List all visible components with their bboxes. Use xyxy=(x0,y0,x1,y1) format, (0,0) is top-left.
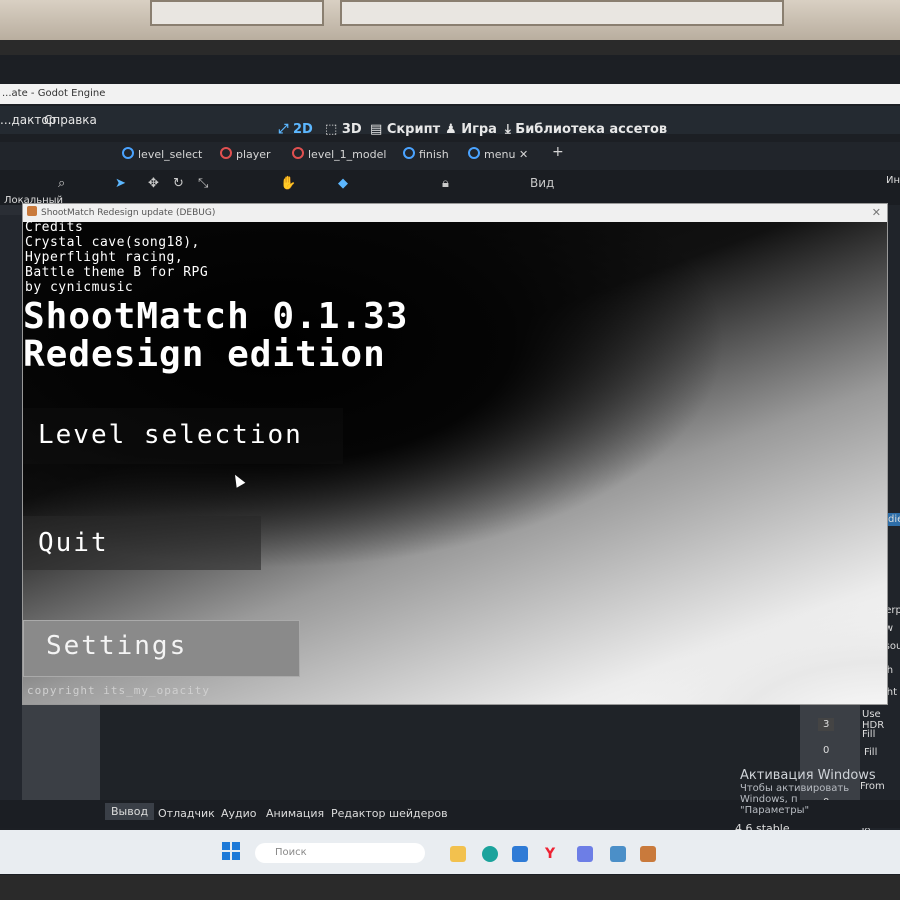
workspace-3d[interactable]: ⬚ 3D xyxy=(325,122,362,142)
tab-output[interactable]: Вывод xyxy=(105,803,155,820)
scene-tab-level-select[interactable]: level_select xyxy=(122,147,202,161)
yandex-icon[interactable]: Y xyxy=(545,846,561,862)
activation-title: Активация Windows xyxy=(740,768,876,783)
windows-activation-watermark: Активация Windows Чтобы активировать Win… xyxy=(740,768,900,816)
inspector-fill: Fill xyxy=(862,729,876,740)
editor-window-title: ...ate - Godot Engine xyxy=(2,88,106,99)
close-icon[interactable]: ✕ xyxy=(872,204,881,222)
windows-start-icon[interactable] xyxy=(222,842,240,860)
mouse-cursor-icon xyxy=(230,472,246,488)
tab-audio[interactable]: Аудио xyxy=(221,807,257,820)
godot-icon xyxy=(27,206,37,216)
discord-icon[interactable] xyxy=(577,846,593,862)
scene-tab-level-1-model[interactable]: level_1_model xyxy=(292,147,386,161)
error-counter[interactable]: 0 xyxy=(818,744,834,757)
rotate-tool-icon[interactable]: ↻ xyxy=(173,176,184,191)
game-taskbar-icon[interactable] xyxy=(640,846,656,862)
scene-tab-finish[interactable]: finish xyxy=(403,147,449,161)
tab-debugger[interactable]: Отладчик xyxy=(158,807,215,820)
workspace-2d[interactable]: ⤢ 2D xyxy=(278,122,313,142)
add-tab-icon[interactable]: + xyxy=(552,144,564,160)
tab-shader-editor[interactable]: Редактор шейдеров xyxy=(331,807,448,820)
activation-line2: "Параметры" xyxy=(740,805,810,816)
move-tool-icon[interactable]: ✥ xyxy=(148,176,159,191)
copyright-text: copyright its_my_opacity xyxy=(27,684,210,697)
left-dock: Локальный xyxy=(0,195,63,805)
taskbar-search-input[interactable]: Поиск xyxy=(255,843,425,863)
character-icon xyxy=(220,147,232,159)
inspector-fill-2: Fill xyxy=(864,747,878,758)
credits-text: Credits Crystal cave(song18), Hyperfligh… xyxy=(25,220,209,295)
counter-badge: 3 xyxy=(818,718,835,731)
window-frame-left xyxy=(150,0,324,26)
canvas-toolbar xyxy=(0,170,900,206)
lock-icon[interactable]: 🔒︎ xyxy=(442,176,449,191)
close-tab-icon[interactable]: ✕ xyxy=(519,148,528,161)
zoom-icon[interactable]: ⌕ xyxy=(58,176,65,191)
node2d-icon xyxy=(403,147,415,159)
folder-icon[interactable] xyxy=(450,846,466,862)
edge-icon[interactable] xyxy=(482,846,498,862)
editor-titlebar: ...ate - Godot Engine xyxy=(0,84,900,104)
game-title-line1: ShootMatch 0.1.33 xyxy=(23,296,409,337)
game-canvas: Credits Crystal cave(song18), Hyperfligh… xyxy=(23,220,887,704)
snap-icon[interactable]: ◆ xyxy=(338,176,348,191)
godot-taskbar-icon[interactable] xyxy=(610,846,626,862)
window-frame-right xyxy=(340,0,784,26)
scene-tab-player[interactable]: player xyxy=(220,147,271,161)
game-title: ShootMatch 0.1.33 Redesign edition xyxy=(23,298,408,374)
pan-tool-icon[interactable]: ✋ xyxy=(280,176,296,191)
inspector-label: Ин xyxy=(886,175,900,186)
tab-animation[interactable]: Анимация xyxy=(266,807,324,820)
background-wall xyxy=(0,0,900,40)
scene-tab-menu[interactable]: menu ✕ xyxy=(468,147,528,161)
game-window: ShootMatch Redesign update (DEBUG) ✕ Cre… xyxy=(22,203,888,705)
scale-tool-icon[interactable]: ⤡ xyxy=(198,176,208,191)
inspector-use-hdr: Use HDR xyxy=(862,709,885,731)
node3d-icon xyxy=(292,147,304,159)
activation-line1: Чтобы активировать Windows, п xyxy=(740,783,850,805)
output-panel: 3 0 0 xyxy=(100,700,835,808)
control-icon xyxy=(468,147,480,159)
select-tool-icon[interactable]: ➤ xyxy=(115,176,126,191)
menu-help[interactable]: Справка xyxy=(44,113,97,127)
store-icon[interactable] xyxy=(512,846,528,862)
game-title-line2: Redesign edition xyxy=(23,334,386,375)
workspace-script[interactable]: ▤ Скрипт xyxy=(370,122,440,142)
workspace-game[interactable]: ♟ Игра xyxy=(445,122,497,142)
level-selection-button[interactable]: Level selection xyxy=(23,408,343,464)
workspace-assetlib[interactable]: ⤓ Библиотека ассетов xyxy=(505,122,667,142)
game-window-title: ShootMatch Redesign update (DEBUG) xyxy=(41,208,216,218)
node2d-icon xyxy=(122,147,134,159)
settings-button[interactable]: Settings xyxy=(23,620,300,677)
view-menu[interactable]: Вид xyxy=(530,176,554,190)
quit-button[interactable]: Quit xyxy=(23,516,261,570)
